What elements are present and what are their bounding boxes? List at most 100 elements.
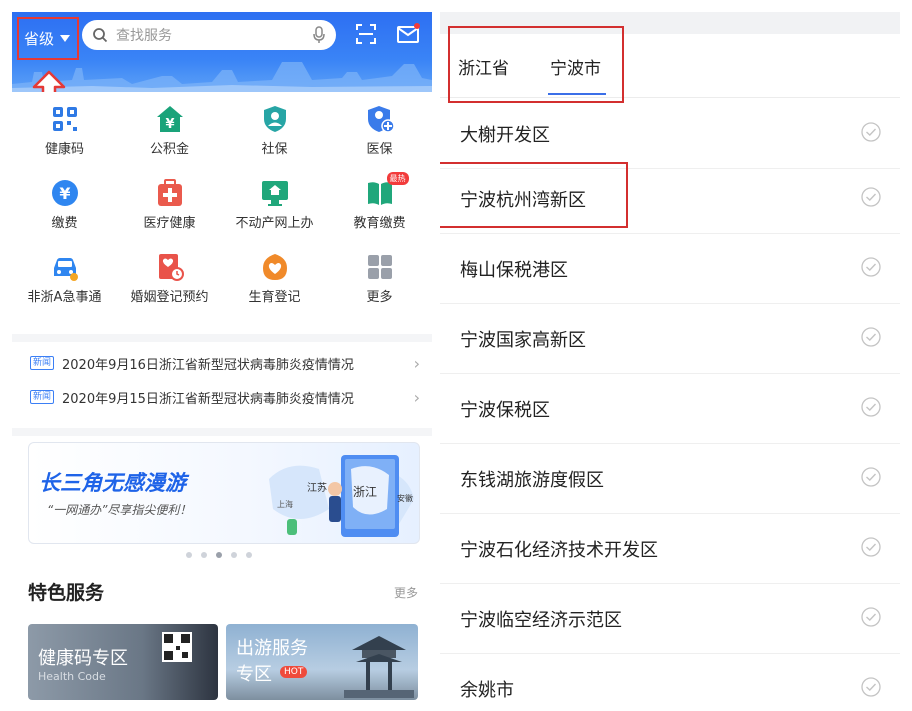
district-name: 宁波保税区	[460, 400, 550, 421]
qr-code-icon	[162, 632, 192, 662]
check-circle-icon	[861, 397, 881, 417]
banner-subtitle: “一网通办”尽享指尖便利！	[47, 503, 192, 517]
service-real-estate[interactable]: 不动产网上办	[222, 166, 327, 240]
news-item[interactable]: 新闻 2020年9月15日浙江省新型冠状病毒肺炎疫情情况 ›	[12, 380, 432, 414]
featured-more-link[interactable]: 更多	[394, 584, 418, 601]
chevron-right-icon: ›	[413, 387, 420, 407]
banner-title: 长三角无感漫游	[39, 471, 186, 495]
map-illustration	[269, 455, 414, 537]
more-grid-icon	[367, 255, 392, 279]
district-row[interactable]: 宁波保税区	[440, 374, 900, 444]
district-name: 宁波临空经济示范区	[460, 610, 622, 631]
carousel-dot[interactable]	[186, 552, 192, 558]
district-row[interactable]: 余姚市	[440, 654, 900, 711]
chevron-right-icon: ›	[413, 353, 420, 373]
search-icon	[93, 28, 108, 43]
check-circle-icon	[861, 327, 881, 347]
svg-text:¥: ¥	[59, 184, 70, 203]
home-screen-panel: 省级 查找服务 健康码 ¥ 公积金 社保 医保 ¥ 缴费 医疗健康 不动产网上办…	[12, 12, 432, 700]
district-row[interactable]: 东钱湖旅游度假区	[440, 444, 900, 514]
service-more[interactable]: 更多	[327, 240, 432, 314]
featured-section-title: 特色服务	[28, 582, 105, 604]
service-label: 缴费	[51, 216, 78, 231]
screenshot-composite: 省级 查找服务 健康码 ¥ 公积金 社保 医保 ¥ 缴费 医疗健康 不动产网上办…	[0, 0, 912, 711]
search-input[interactable]: 查找服务	[82, 20, 336, 50]
service-label: 婚姻登记预约	[130, 290, 209, 305]
header-bar: 省级 查找服务	[12, 12, 432, 92]
card-title: 健康码专区	[38, 648, 128, 669]
mail-icon[interactable]	[396, 22, 420, 46]
news-tag: 新闻	[30, 390, 55, 404]
district-row[interactable]: 大榭开发区	[440, 99, 900, 169]
news-item[interactable]: 新闻 2020年9月16日浙江省新型冠状病毒肺炎疫情情况 ›	[12, 346, 432, 380]
service-label: 非浙A急事通	[27, 290, 102, 305]
service-non-zhejiang-car[interactable]: 非浙A急事通	[12, 240, 117, 314]
medical-shield-icon	[367, 106, 395, 133]
service-medical-insurance[interactable]: 医保	[327, 92, 432, 166]
service-label: 社保	[261, 142, 288, 157]
city-skyline-illustration	[12, 62, 432, 92]
hot-badge: 最热	[386, 172, 409, 185]
yangtze-delta-banner[interactable]: 长三角无感漫游 “一网通办”尽享指尖便利！ 江苏 浙江 安徽 上海	[28, 442, 420, 544]
carousel-dots[interactable]	[186, 552, 252, 558]
district-name: 梅山保税港区	[460, 260, 568, 281]
promo-section: 长三角无感漫游 “一网通办”尽享指尖便利！ 江苏 浙江 安徽 上海 特色服务 更…	[12, 436, 432, 700]
carousel-dot[interactable]	[246, 552, 252, 558]
service-health-code[interactable]: 健康码	[12, 92, 117, 166]
service-label: 生育登记	[248, 290, 301, 305]
health-code-card[interactable]: 健康码专区 Health Code	[28, 624, 218, 700]
service-label: 公积金	[149, 142, 189, 157]
news-text: 2020年9月15日浙江省新型冠状病毒肺炎疫情情况	[62, 391, 354, 407]
shield-person-icon	[263, 106, 286, 132]
car-icon	[53, 258, 78, 281]
check-circle-icon	[861, 122, 881, 142]
district-row[interactable]: 梅山保税港区	[440, 234, 900, 304]
card-title: 出游服务	[236, 638, 308, 659]
carousel-dot[interactable]	[201, 552, 207, 558]
carousel-dot-active[interactable]	[216, 552, 222, 558]
medical-kit-icon	[157, 179, 182, 206]
check-circle-icon	[861, 467, 881, 487]
service-birth-registration[interactable]: 生育登记	[222, 240, 327, 314]
check-circle-icon	[861, 607, 881, 627]
service-education-fee[interactable]: 最热 教育缴费	[327, 166, 432, 240]
district-row[interactable]: 宁波临空经济示范区	[440, 584, 900, 654]
monitor-house-icon	[261, 181, 288, 206]
district-row[interactable]: 宁波石化经济技术开发区	[440, 514, 900, 584]
district-name: 宁波石化经济技术开发区	[460, 540, 658, 561]
card-subtitle: Health Code	[38, 670, 106, 683]
region-picker-panel: 浙江省 宁波市 大榭开发区 宁波杭州湾新区 梅山保税港区 宁波国家高新区 宁波保…	[440, 12, 900, 711]
carousel-dot[interactable]	[231, 552, 237, 558]
service-medical-health[interactable]: 医疗健康	[117, 166, 222, 240]
highlight-box	[17, 17, 79, 60]
microphone-icon[interactable]	[312, 26, 326, 44]
heart-icon	[262, 254, 287, 280]
travel-service-card[interactable]: 出游服务 专区 HOT	[226, 624, 418, 700]
map-label: 安徽	[397, 494, 413, 503]
service-social-security[interactable]: 社保	[222, 92, 327, 166]
district-name: 余姚市	[460, 680, 514, 701]
yuan-house-icon: ¥	[156, 106, 183, 132]
service-label: 医保	[366, 142, 393, 157]
yuan-coin-icon: ¥	[51, 180, 78, 206]
hot-badge: HOT	[280, 666, 308, 678]
service-label: 健康码	[44, 142, 84, 157]
district-row[interactable]: 宁波国家高新区	[440, 304, 900, 374]
service-payment[interactable]: ¥ 缴费	[12, 166, 117, 240]
district-name: 宁波国家高新区	[460, 330, 586, 351]
check-circle-icon	[861, 677, 881, 697]
map-label: 上海	[277, 500, 293, 509]
service-label: 更多	[366, 290, 393, 305]
check-circle-icon	[861, 187, 881, 207]
scan-icon[interactable]	[354, 22, 378, 46]
news-tag: 新闻	[30, 356, 55, 370]
check-circle-icon	[861, 537, 881, 557]
service-marriage-registration[interactable]: 婚姻登记预约	[117, 240, 222, 314]
map-label: 江苏	[307, 483, 327, 494]
service-housing-fund[interactable]: ¥ 公积金	[117, 92, 222, 166]
news-text: 2020年9月16日浙江省新型冠状病毒肺炎疫情情况	[62, 357, 354, 373]
news-list: 新闻 2020年9月16日浙江省新型冠状病毒肺炎疫情情况 › 新闻 2020年9…	[12, 342, 432, 428]
service-grid: 健康码 ¥ 公积金 社保 医保 ¥ 缴费 医疗健康 不动产网上办 最热 教育缴费…	[12, 92, 432, 334]
search-placeholder: 查找服务	[116, 28, 172, 44]
qr-code-icon	[52, 107, 77, 131]
